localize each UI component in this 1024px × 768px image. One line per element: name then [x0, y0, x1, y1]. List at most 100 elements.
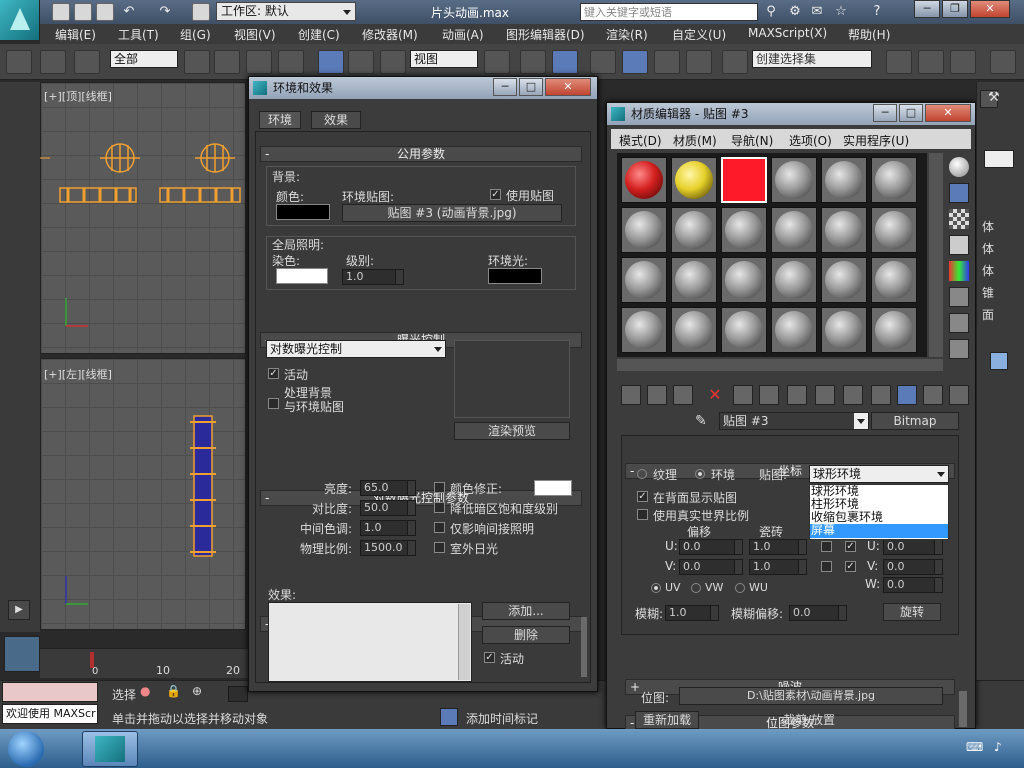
sample-slot[interactable]	[621, 207, 667, 253]
mat-minimize-button[interactable]: ─	[873, 104, 897, 122]
expand-panel-button[interactable]: ▶	[8, 600, 30, 620]
sample-slot[interactable]	[671, 207, 717, 253]
object-type-label[interactable]: 体	[982, 218, 994, 235]
select-by-name-icon[interactable]	[214, 50, 240, 74]
sample-slot[interactable]	[871, 257, 917, 303]
sample-slot[interactable]	[771, 207, 817, 253]
add-effect-button[interactable]: 添加...	[482, 602, 570, 620]
object-type-label[interactable]: 锥	[982, 284, 994, 301]
sample-slot[interactable]	[671, 157, 717, 203]
make-preview-icon[interactable]	[949, 287, 969, 307]
redo-icon[interactable]: ↷	[156, 3, 174, 21]
select-object-icon[interactable]	[184, 50, 210, 74]
color-correction-swatch[interactable]	[534, 480, 572, 496]
atmosphere-active-checkbox[interactable]: ✓	[484, 652, 495, 663]
viewport-layout-icon[interactable]	[4, 636, 40, 672]
ambient-color-swatch[interactable]	[488, 268, 542, 284]
tab-environment[interactable]: 环境	[259, 111, 301, 129]
sample-type-sphere-icon[interactable]	[949, 157, 969, 177]
sample-slot[interactable]	[821, 207, 867, 253]
env-scrollbar[interactable]	[581, 617, 587, 677]
keyboard-tray-icon[interactable]: ⌨	[966, 740, 983, 756]
mat-dialog-title-bar[interactable]: 材质编辑器 - 贴图 #3 ─ □ ✕	[607, 103, 975, 125]
sample-slot[interactable]	[671, 257, 717, 303]
sample-slot[interactable]	[621, 257, 667, 303]
env-dialog-title-bar[interactable]: 环境和效果 ─ □ ✕	[249, 77, 597, 99]
sample-slot[interactable]	[871, 307, 917, 353]
u-tile-checkbox[interactable]: ✓	[845, 541, 856, 552]
show-shaded-map-icon[interactable]	[843, 385, 863, 405]
reload-button[interactable]: 重新加载	[635, 711, 699, 729]
mirror-icon[interactable]	[886, 50, 912, 74]
reset-map-icon[interactable]: ✕	[705, 385, 725, 405]
curve-editor-icon[interactable]	[990, 50, 1016, 74]
mat-menu-mode[interactable]: 模式(D)	[619, 132, 662, 149]
slots-horizontal-scrollbar[interactable]	[617, 359, 943, 371]
make-unique-icon[interactable]	[759, 385, 779, 405]
sample-slot[interactable]	[871, 207, 917, 253]
spinner-snap-icon[interactable]	[686, 50, 712, 74]
menu-rendering[interactable]: 渲染(R)	[606, 26, 648, 43]
sample-slot[interactable]	[771, 257, 817, 303]
env-close-button[interactable]: ✕	[545, 78, 591, 96]
dropdown-option-highlighted[interactable]: 屏幕	[810, 524, 948, 538]
show-end-result-icon[interactable]	[871, 385, 891, 405]
menu-graph-editors[interactable]: 图形编辑器(D)	[506, 26, 585, 43]
mat-maximize-button[interactable]: □	[899, 104, 923, 122]
desaturate-checkbox[interactable]	[434, 502, 445, 513]
menu-animation[interactable]: 动画(A)	[442, 26, 484, 43]
object-type-label[interactable]: 体	[982, 240, 994, 257]
object-type-label[interactable]: 体	[982, 262, 994, 279]
show-back-checkbox[interactable]: ✓	[637, 491, 648, 502]
workspace-dropdown[interactable]: 工作区: 默认	[216, 2, 356, 21]
go-to-parent-icon[interactable]	[897, 385, 917, 405]
u-offset-field[interactable]: 0.0	[679, 539, 743, 555]
object-type-dropdown[interactable]	[984, 150, 1014, 168]
named-selection-dropdown[interactable]: 创建选择集	[752, 50, 872, 68]
midtones-field[interactable]: 1.0	[360, 520, 416, 536]
communication-icon[interactable]: ✉	[808, 3, 826, 21]
favorites-star-icon[interactable]: ☆	[832, 3, 850, 21]
rect-selection-icon[interactable]	[246, 50, 272, 74]
env-minimize-button[interactable]: ─	[493, 78, 517, 96]
save-file-icon[interactable]	[96, 3, 114, 21]
close-button[interactable]: ✕	[970, 0, 1010, 18]
u-tiling-field[interactable]: 1.0	[749, 539, 807, 555]
add-time-tag-label[interactable]: 添加时间标记	[466, 710, 538, 727]
sample-slot[interactable]	[671, 307, 717, 353]
top-viewport-label[interactable]: [+][顶][线框]	[44, 88, 112, 104]
mapping-dropdown[interactable]: 球形环境	[809, 465, 949, 483]
delete-effect-button[interactable]: 删除	[482, 626, 570, 644]
isolate-icon[interactable]: ●	[140, 684, 154, 698]
tab-effects[interactable]: 效果	[311, 111, 361, 129]
effects-list-scrollbar[interactable]	[458, 604, 470, 680]
app-logo-button[interactable]	[0, 0, 40, 40]
sample-uv-tiling-icon[interactable]	[949, 235, 969, 255]
sample-slot[interactable]	[621, 307, 667, 353]
process-bg-checkbox[interactable]	[268, 398, 279, 409]
u-mirror-checkbox[interactable]	[821, 541, 832, 552]
snaps-toggle-icon[interactable]	[590, 50, 616, 74]
bind-space-warp-icon[interactable]	[74, 50, 100, 74]
sample-slot-active[interactable]	[721, 157, 767, 203]
timeline[interactable]	[40, 648, 250, 678]
assign-to-selection-icon[interactable]	[673, 385, 693, 405]
v-tile-checkbox[interactable]: ✓	[845, 561, 856, 572]
put-to-library-icon[interactable]	[787, 385, 807, 405]
sample-slot[interactable]	[721, 207, 767, 253]
u-angle-field[interactable]: 0.0	[883, 539, 943, 555]
menu-edit[interactable]: 编辑(E)	[55, 26, 96, 43]
w-angle-field[interactable]: 0.0	[883, 577, 943, 593]
x-coord-field[interactable]	[228, 686, 248, 702]
real-world-checkbox[interactable]	[637, 509, 648, 520]
mat-menu-options[interactable]: 选项(O)	[789, 132, 832, 149]
color-correction-checkbox[interactable]	[434, 482, 445, 493]
map-name-field[interactable]: 贴图 #3	[719, 412, 869, 430]
render-preview-button[interactable]: 渲染预览	[454, 422, 570, 440]
absolute-mode-icon[interactable]: ⊕	[192, 684, 206, 698]
maxscript-listener-pink[interactable]	[2, 682, 98, 702]
link-icon[interactable]	[6, 50, 32, 74]
angle-snap-icon[interactable]	[622, 50, 648, 74]
vw-radio[interactable]	[691, 583, 701, 593]
mat-close-button[interactable]: ✕	[925, 104, 971, 122]
